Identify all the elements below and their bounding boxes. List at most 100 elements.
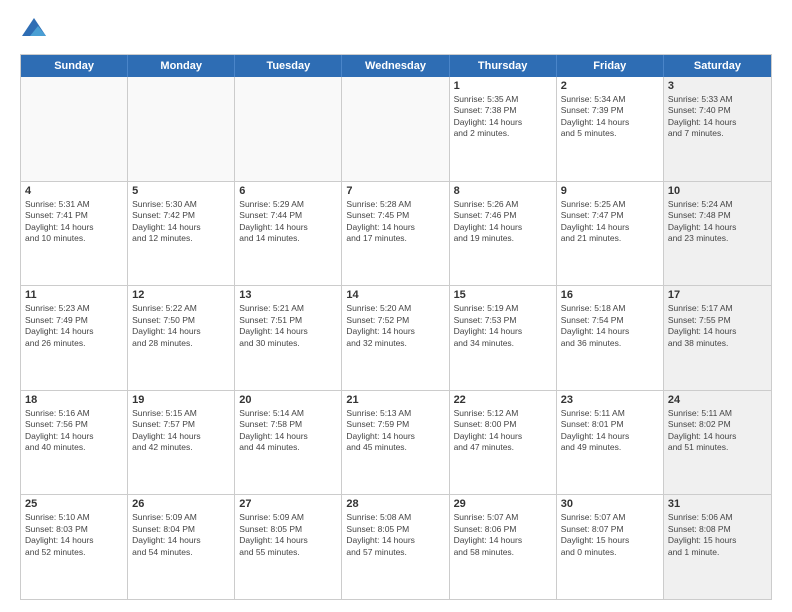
day-number: 23 (561, 394, 659, 406)
day-info: Sunrise: 5:16 AM Sunset: 7:56 PM Dayligh… (25, 408, 123, 454)
day-info: Sunrise: 5:08 AM Sunset: 8:05 PM Dayligh… (346, 512, 444, 558)
day-number: 18 (25, 394, 123, 406)
cal-cell: 13Sunrise: 5:21 AM Sunset: 7:51 PM Dayli… (235, 286, 342, 390)
day-number: 6 (239, 185, 337, 197)
day-number: 17 (668, 289, 767, 301)
day-info: Sunrise: 5:14 AM Sunset: 7:58 PM Dayligh… (239, 408, 337, 454)
day-number: 14 (346, 289, 444, 301)
day-info: Sunrise: 5:12 AM Sunset: 8:00 PM Dayligh… (454, 408, 552, 454)
day-number: 16 (561, 289, 659, 301)
day-header-sunday: Sunday (21, 55, 128, 77)
day-info: Sunrise: 5:23 AM Sunset: 7:49 PM Dayligh… (25, 303, 123, 349)
cal-cell: 29 Sunrise: 5:07 AM Sunset: 8:06 PM Dayli… (450, 495, 557, 599)
day-info: Sunrise: 5:30 AM Sunset: 7:42 PM Dayligh… (132, 199, 230, 245)
day-info: Sunrise: 5:26 AM Sunset: 7:46 PM Dayligh… (454, 199, 552, 245)
day-number: 5 (132, 185, 230, 197)
day-number: 3 (668, 80, 767, 92)
cal-cell (235, 77, 342, 181)
cal-cell: 27 Sunrise: 5:09 AM Sunset: 8:05 PM Dayli… (235, 495, 342, 599)
cal-cell: 24 Sunrise: 5:11 AM Sunset: 8:02 PM Dayli… (664, 391, 771, 495)
day-number: 24 (668, 394, 767, 406)
day-info: Sunrise: 5:22 AM Sunset: 7:50 PM Dayligh… (132, 303, 230, 349)
cal-cell: 25 Sunrise: 5:10 AM Sunset: 8:03 PM Dayli… (21, 495, 128, 599)
cal-cell: 5 Sunrise: 5:30 AM Sunset: 7:42 PM Daylig… (128, 182, 235, 286)
day-number: 12 (132, 289, 230, 301)
day-info: Sunrise: 5:13 AM Sunset: 7:59 PM Dayligh… (346, 408, 444, 454)
cal-cell: 31Sunrise: 5:06 AM Sunset: 8:08 PM Dayli… (664, 495, 771, 599)
day-number: 30 (561, 498, 659, 510)
day-info: Sunrise: 5:34 AM Sunset: 7:39 PM Dayligh… (561, 94, 659, 140)
day-number: 4 (25, 185, 123, 197)
day-header-tuesday: Tuesday (235, 55, 342, 77)
cal-cell: 22 Sunrise: 5:12 AM Sunset: 8:00 PM Dayli… (450, 391, 557, 495)
day-number: 11 (25, 289, 123, 301)
cal-cell: 8 Sunrise: 5:26 AM Sunset: 7:46 PM Daylig… (450, 182, 557, 286)
cal-cell: 23 Sunrise: 5:11 AM Sunset: 8:01 PM Dayli… (557, 391, 664, 495)
day-number: 20 (239, 394, 337, 406)
day-header-thursday: Thursday (450, 55, 557, 77)
cal-cell: 6 Sunrise: 5:29 AM Sunset: 7:44 PM Daylig… (235, 182, 342, 286)
day-number: 22 (454, 394, 552, 406)
cal-cell: 16 Sunrise: 5:18 AM Sunset: 7:54 PM Dayli… (557, 286, 664, 390)
day-number: 8 (454, 185, 552, 197)
cal-cell: 3Sunrise: 5:33 AM Sunset: 7:40 PM Daylig… (664, 77, 771, 181)
cal-cell: 7 Sunrise: 5:28 AM Sunset: 7:45 PM Daylig… (342, 182, 449, 286)
cal-cell: 26Sunrise: 5:09 AM Sunset: 8:04 PM Dayli… (128, 495, 235, 599)
day-number: 15 (454, 289, 552, 301)
cal-cell: 19 Sunrise: 5:15 AM Sunset: 7:57 PM Dayli… (128, 391, 235, 495)
day-info: Sunrise: 5:25 AM Sunset: 7:47 PM Dayligh… (561, 199, 659, 245)
day-info: Sunrise: 5:07 AM Sunset: 8:06 PM Dayligh… (454, 512, 552, 558)
day-number: 28 (346, 498, 444, 510)
day-info: Sunrise: 5:18 AM Sunset: 7:54 PM Dayligh… (561, 303, 659, 349)
cal-row-1: 4Sunrise: 5:31 AM Sunset: 7:41 PM Daylig… (21, 182, 771, 287)
day-number: 25 (25, 498, 123, 510)
day-number: 19 (132, 394, 230, 406)
cal-cell: 4Sunrise: 5:31 AM Sunset: 7:41 PM Daylig… (21, 182, 128, 286)
day-number: 7 (346, 185, 444, 197)
calendar-header: SundayMondayTuesdayWednesdayThursdayFrid… (21, 55, 771, 77)
day-info: Sunrise: 5:10 AM Sunset: 8:03 PM Dayligh… (25, 512, 123, 558)
cal-cell (21, 77, 128, 181)
day-info: Sunrise: 5:29 AM Sunset: 7:44 PM Dayligh… (239, 199, 337, 245)
cal-cell: 18 Sunrise: 5:16 AM Sunset: 7:56 PM Dayli… (21, 391, 128, 495)
day-info: Sunrise: 5:07 AM Sunset: 8:07 PM Dayligh… (561, 512, 659, 558)
cal-cell: 9 Sunrise: 5:25 AM Sunset: 7:47 PM Daylig… (557, 182, 664, 286)
day-info: Sunrise: 5:19 AM Sunset: 7:53 PM Dayligh… (454, 303, 552, 349)
day-info: Sunrise: 5:24 AM Sunset: 7:48 PM Dayligh… (668, 199, 767, 245)
cal-cell: 14 Sunrise: 5:20 AM Sunset: 7:52 PM Dayli… (342, 286, 449, 390)
day-header-wednesday: Wednesday (342, 55, 449, 77)
cal-cell: 2Sunrise: 5:34 AM Sunset: 7:39 PM Daylig… (557, 77, 664, 181)
day-info: Sunrise: 5:28 AM Sunset: 7:45 PM Dayligh… (346, 199, 444, 245)
calendar-body: 1 Sunrise: 5:35 AM Sunset: 7:38 PM Daylig… (21, 77, 771, 599)
day-info: Sunrise: 5:11 AM Sunset: 8:02 PM Dayligh… (668, 408, 767, 454)
day-number: 29 (454, 498, 552, 510)
cal-cell: 11 Sunrise: 5:23 AM Sunset: 7:49 PM Dayli… (21, 286, 128, 390)
day-number: 27 (239, 498, 337, 510)
day-number: 31 (668, 498, 767, 510)
day-info: Sunrise: 5:35 AM Sunset: 7:38 PM Dayligh… (454, 94, 552, 140)
day-number: 10 (668, 185, 767, 197)
day-number: 13 (239, 289, 337, 301)
day-info: Sunrise: 5:09 AM Sunset: 8:04 PM Dayligh… (132, 512, 230, 558)
logo-icon (20, 16, 48, 44)
day-header-friday: Friday (557, 55, 664, 77)
cal-cell: 30 Sunrise: 5:07 AM Sunset: 8:07 PM Dayli… (557, 495, 664, 599)
day-info: Sunrise: 5:20 AM Sunset: 7:52 PM Dayligh… (346, 303, 444, 349)
day-number: 21 (346, 394, 444, 406)
cal-row-4: 25 Sunrise: 5:10 AM Sunset: 8:03 PM Dayli… (21, 495, 771, 599)
day-info: Sunrise: 5:15 AM Sunset: 7:57 PM Dayligh… (132, 408, 230, 454)
day-info: Sunrise: 5:11 AM Sunset: 8:01 PM Dayligh… (561, 408, 659, 454)
day-header-monday: Monday (128, 55, 235, 77)
day-number: 1 (454, 80, 552, 92)
day-header-saturday: Saturday (664, 55, 771, 77)
cal-cell: 10 Sunrise: 5:24 AM Sunset: 7:48 PM Dayli… (664, 182, 771, 286)
cal-row-3: 18 Sunrise: 5:16 AM Sunset: 7:56 PM Dayli… (21, 391, 771, 496)
cal-cell: 12 Sunrise: 5:22 AM Sunset: 7:50 PM Dayli… (128, 286, 235, 390)
cal-row-2: 11 Sunrise: 5:23 AM Sunset: 7:49 PM Dayli… (21, 286, 771, 391)
calendar: SundayMondayTuesdayWednesdayThursdayFrid… (20, 54, 772, 600)
day-number: 9 (561, 185, 659, 197)
day-info: Sunrise: 5:17 AM Sunset: 7:55 PM Dayligh… (668, 303, 767, 349)
cal-cell: 21 Sunrise: 5:13 AM Sunset: 7:59 PM Dayli… (342, 391, 449, 495)
day-info: Sunrise: 5:09 AM Sunset: 8:05 PM Dayligh… (239, 512, 337, 558)
cal-cell: 20 Sunrise: 5:14 AM Sunset: 7:58 PM Dayli… (235, 391, 342, 495)
